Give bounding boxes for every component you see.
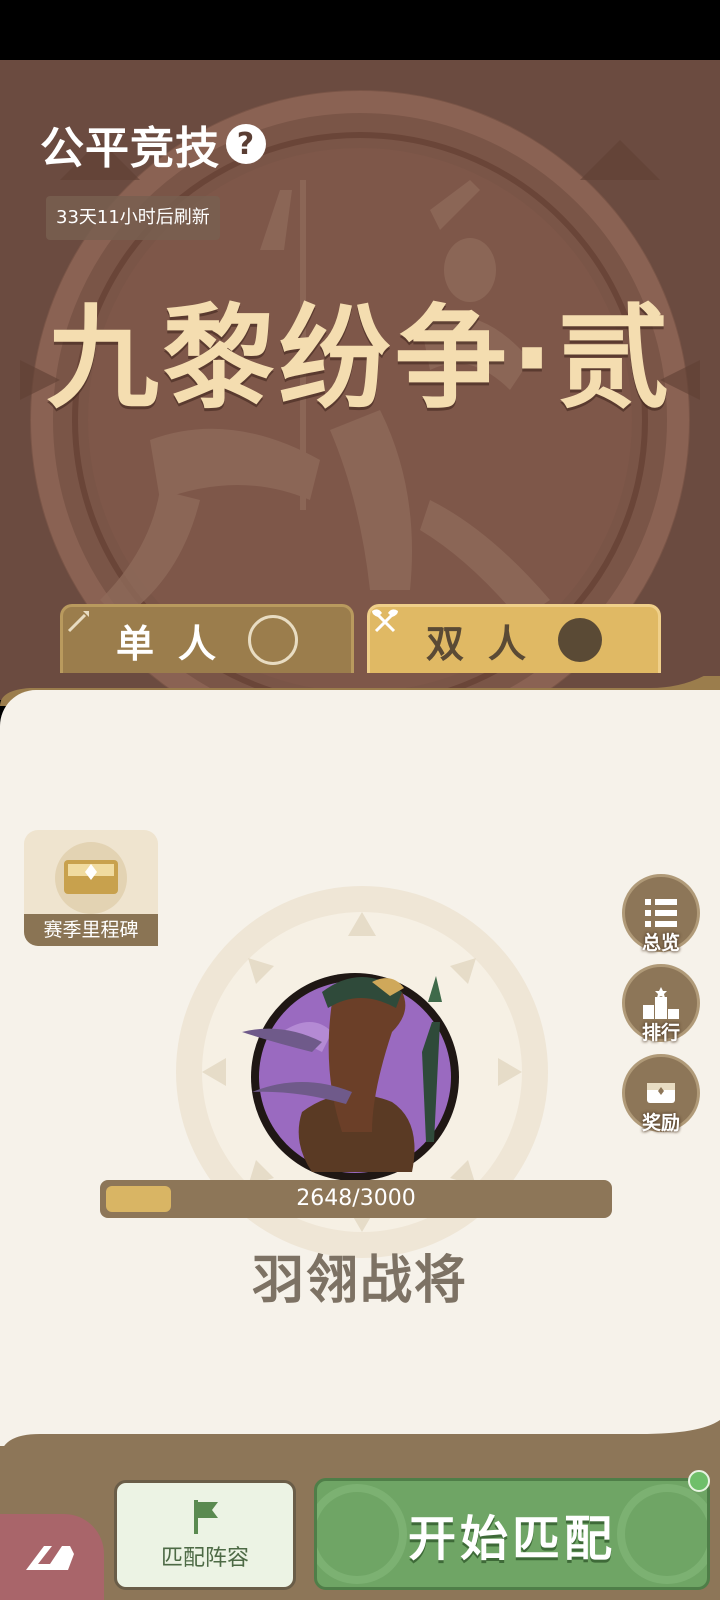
overview-label: 总览 [641, 932, 680, 954]
season-milestone-button[interactable]: 赛季里程碑 [24, 830, 158, 946]
ranking-label: 排行 [641, 1022, 680, 1044]
tab-double[interactable]: 双人 [367, 604, 661, 673]
corner-logo-button[interactable] [0, 1514, 104, 1600]
season-milestone-label: 赛季里程碑 [24, 914, 158, 946]
rank-name: 羽翎战将 [251, 1251, 468, 1311]
event-title: 九黎纷争·贰 [46, 294, 674, 424]
flag-icon [194, 1500, 218, 1534]
rank-progress-bar: 2648/3000 [100, 1180, 612, 1218]
list-icon [645, 899, 677, 927]
chest-icon [55, 842, 127, 914]
screen: 单人 双人 公平竞技 ? 33天11小时后刷新 九黎纷争·贰 赛季里程碑 总览 … [0, 0, 720, 1600]
rank-progress-text: 2648/3000 [296, 1186, 416, 1211]
logo-icon [26, 1546, 74, 1570]
start-match-label: 开始匹配 [407, 1511, 616, 1567]
crossed-axes-icon [372, 609, 602, 662]
podium-icon [643, 987, 679, 1019]
spear-icon [67, 611, 298, 665]
tab-single[interactable]: 单人 [60, 604, 354, 673]
tab-single-label: 单人 [115, 621, 240, 666]
tab-double-label: 双人 [425, 621, 550, 666]
refresh-timer: 33天11小时后刷新 [46, 196, 220, 240]
ranking-button[interactable]: 排行 [622, 964, 700, 1044]
match-lineup-label: 匹配阵容 [160, 1546, 249, 1571]
page-title-block: 公平竞技 ? [40, 112, 266, 176]
page-title: 公平竞技 ? [40, 112, 266, 176]
reward-label: 奖励 [641, 1112, 680, 1134]
match-lineup-button[interactable]: 匹配阵容 [114, 1480, 296, 1590]
status-bar [0, 0, 720, 60]
chest-icon [647, 1083, 675, 1103]
page-title-text: 公平竞技 [40, 123, 220, 174]
question-icon[interactable]: ? [226, 124, 266, 164]
start-match-button[interactable]: 开始匹配 [314, 1478, 710, 1590]
overview-button[interactable]: 总览 [622, 874, 700, 954]
reward-button[interactable]: 奖励 [622, 1054, 700, 1134]
notification-dot [688, 1470, 710, 1492]
